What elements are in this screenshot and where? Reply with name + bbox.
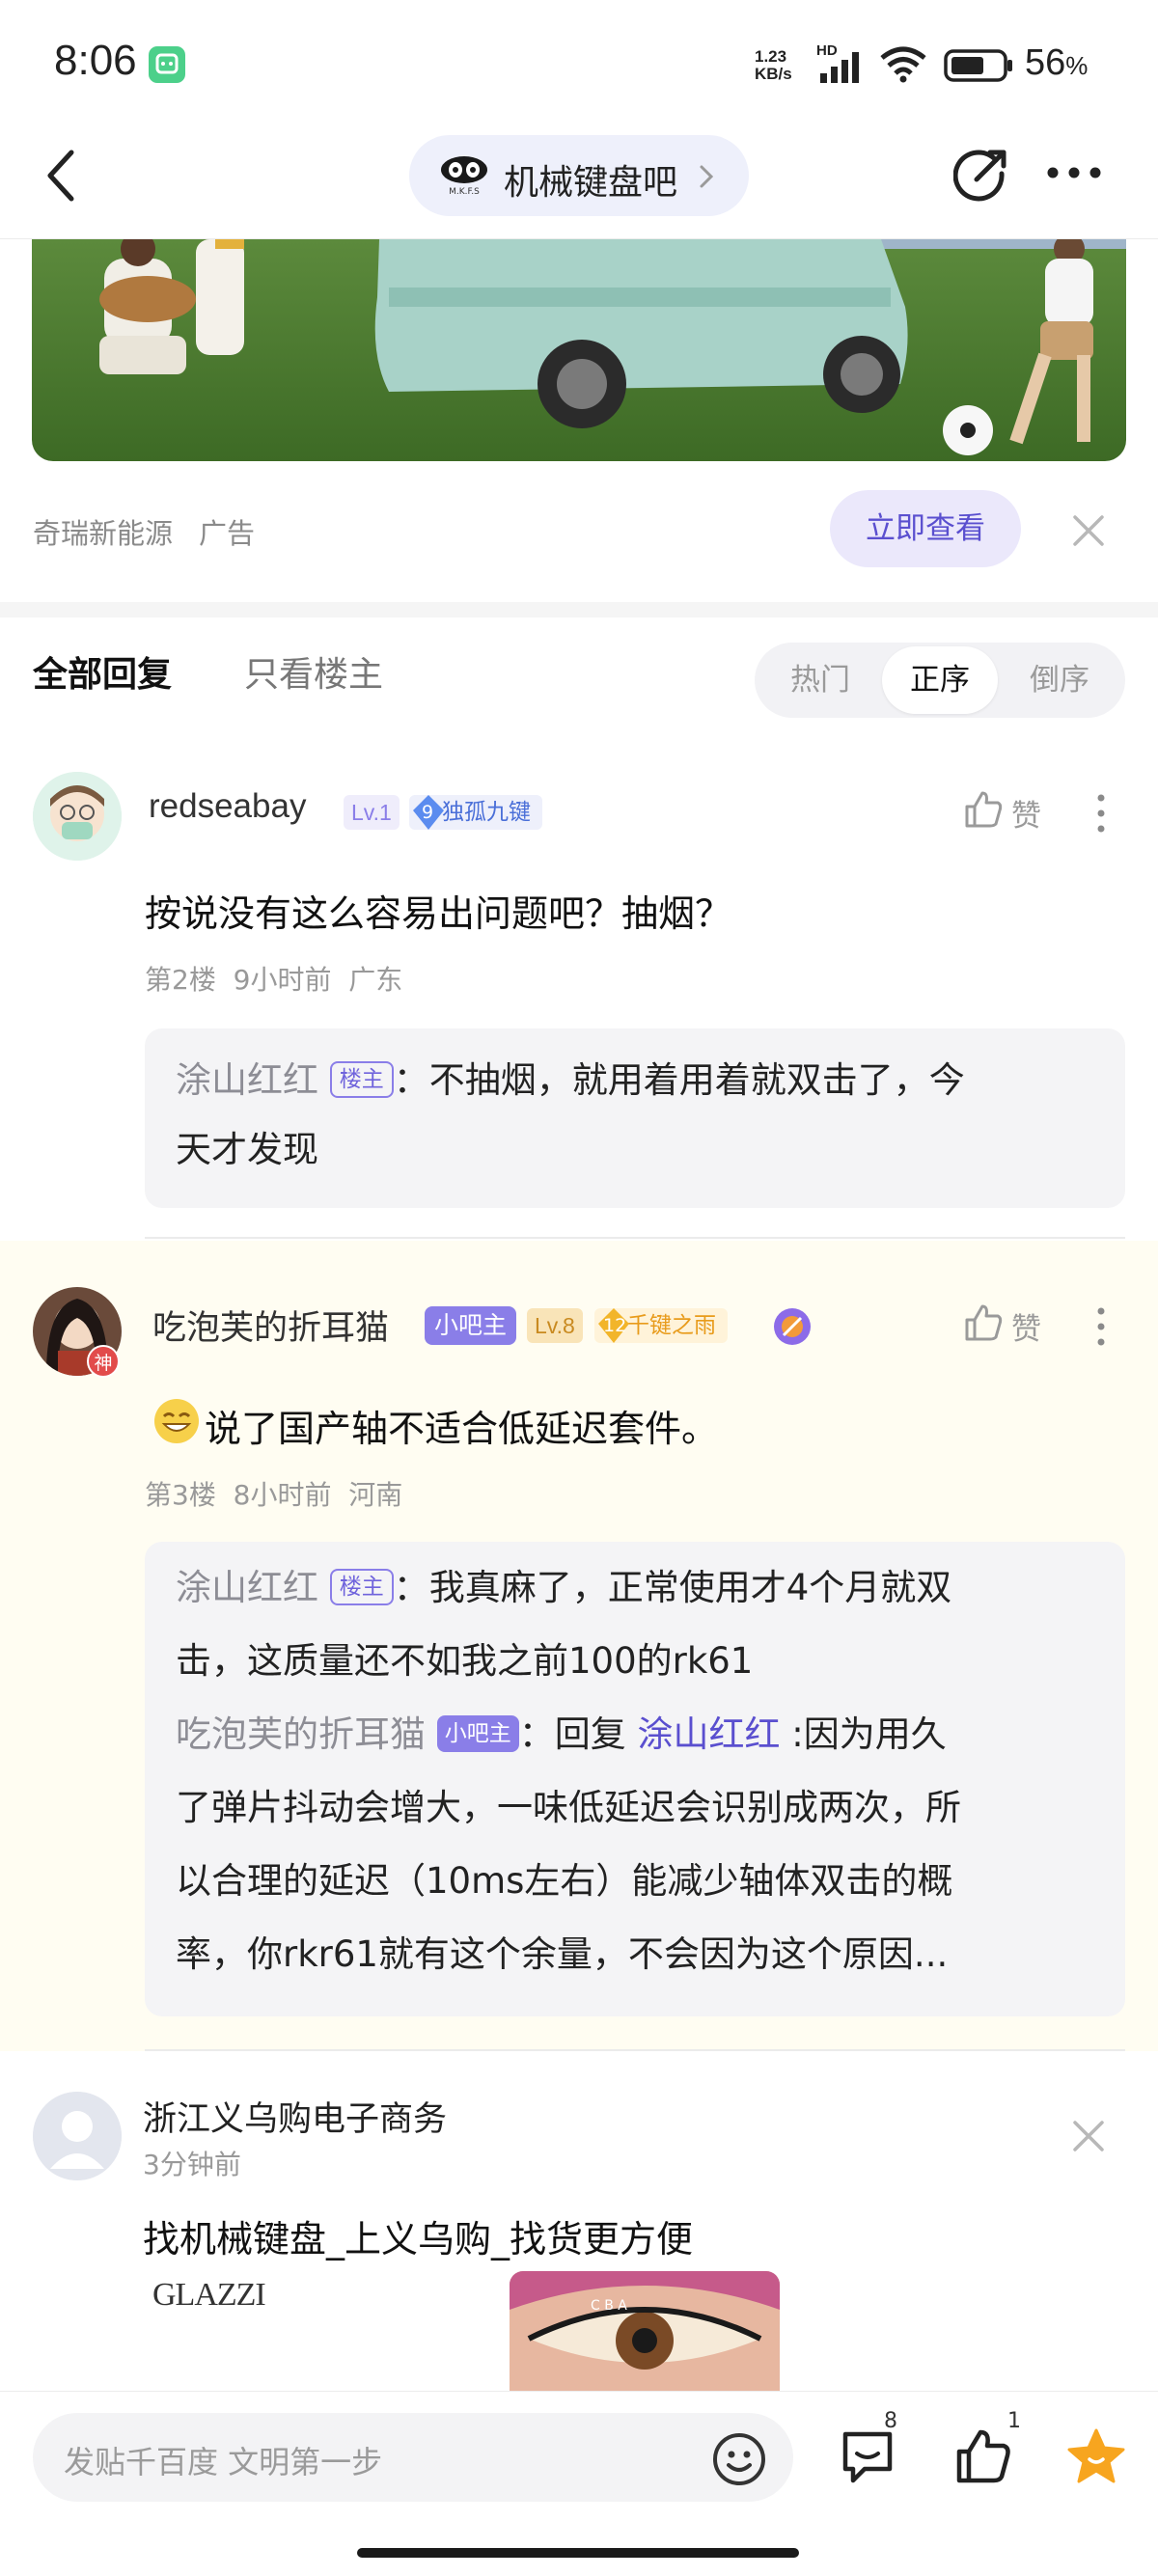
reply-post-1: redseabay Lv.1 9 独孤九键 赞 按说没有这么容易出问题吧？抽烟？… [0, 753, 1158, 1239]
net-speed: 1.23 KB/s [755, 47, 792, 83]
avatar[interactable] [33, 772, 122, 861]
owner-tag: 楼主 [329, 1569, 394, 1605]
ad-view-button[interactable]: 立即查看 [830, 490, 1021, 567]
sort-descending[interactable]: 倒序 [1002, 643, 1117, 718]
honor-badge: 9 独孤九键 [409, 795, 542, 830]
username[interactable]: 吃泡芙的折耳猫 [152, 1301, 389, 1350]
emoji-icon[interactable] [712, 2432, 766, 2486]
sub-reply-continuation: 了弹片抖动会增大，一味低延迟会识别成两次，所 [176, 1787, 961, 1828]
like-count: 1 [1007, 2409, 1021, 2433]
sub-reply-continuation: 以合理的延迟（10ms左右）能减少轴体双击的概 [176, 1860, 953, 1902]
sub-reply-box[interactable]: 涂山红红 楼主 ：我真麻了，正常使用才4个月就双 击，这质量还不如我之前100的r… [145, 1542, 1125, 2016]
level-badge: Lv.8 [527, 1308, 583, 1343]
sort-ascending[interactable]: 正序 [882, 646, 998, 714]
ad-banner-image[interactable] [32, 239, 1126, 461]
moderator-badge: 小吧主 [425, 1306, 517, 1345]
ad-close-icon[interactable] [1071, 513, 1106, 548]
signal-icon [820, 52, 859, 83]
sub-reply: 吃泡芙的折耳猫 小吧主 ：回复 涂山红红 :因为用久 [176, 1713, 947, 1755]
more-vertical-icon[interactable] [1096, 1306, 1106, 1347]
region: 广东 [348, 964, 403, 996]
tab-owner-only[interactable]: 只看楼主 [244, 646, 383, 697]
sort-segmented-control: 热门 正序 倒序 [755, 643, 1125, 718]
thumbs-up-icon [965, 1304, 1003, 1341]
post-time: 8小时前 [233, 1479, 332, 1511]
god-badge: 神 [87, 1345, 120, 1378]
username[interactable]: redseabay [149, 787, 306, 826]
app-notification-icon [149, 46, 185, 83]
post-meta: 第3楼 8小时前 河南 [145, 1474, 402, 1513]
sub-reply: 涂山红红 楼主 ：我真麻了，正常使用才4个月就双 [176, 1567, 952, 1608]
post-time: 3分钟前 [143, 2149, 241, 2180]
post-content: 说了国产轴不适合低延迟套件。 [205, 1408, 719, 1450]
share-icon[interactable] [953, 145, 1011, 203]
forum-entry-button[interactable]: M.K.F.S 机械键盘吧 [409, 135, 749, 216]
home-indicator[interactable] [357, 2548, 799, 2558]
wifi-icon [880, 46, 926, 83]
nav-bar: M.K.F.S 机械键盘吧 [0, 125, 1158, 239]
post-time: 9小时前 [233, 964, 332, 996]
floor: 第2楼 [145, 964, 216, 996]
more-menu-icon[interactable] [1046, 166, 1102, 179]
post-divider [145, 1237, 1125, 1239]
like-button[interactable]: 赞 [963, 1302, 1041, 1347]
screen: 8:06 1.23 KB/s HD 56% M.K.F.S 机械键盘吧 奇瑞新能… [0, 0, 1158, 2576]
like-icon[interactable] [953, 2426, 1013, 2486]
back-icon[interactable] [44, 149, 79, 203]
advertiser-name[interactable]: 浙江义乌购电子商务 [143, 2092, 447, 2141]
battery-level: 56% [1025, 42, 1089, 83]
thumbs-up-icon [965, 791, 1003, 828]
sub-reply-continuation: 天才发现 [176, 1129, 318, 1170]
comment-count: 8 [884, 2409, 897, 2433]
status-bar: 8:06 1.23 KB/s HD 56% [0, 0, 1158, 125]
post-meta: 第2楼 9小时前 广东 [145, 959, 402, 998]
sort-hot[interactable]: 热门 [762, 643, 878, 718]
post-content: 按说没有这么容易出问题吧？抽烟？ [145, 892, 732, 935]
comment-icon[interactable] [838, 2426, 897, 2486]
tab-all-replies[interactable]: 全部回复 [33, 646, 172, 697]
section-divider [0, 602, 1158, 617]
ad-close-icon[interactable] [1071, 2119, 1106, 2153]
ad-source: 奇瑞新能源 [33, 517, 174, 550]
level-badge: Lv.1 [344, 795, 400, 830]
forum-logo-icon: M.K.F.S [441, 156, 487, 197]
sub-reply-author[interactable]: 涂山红红 [176, 1059, 318, 1101]
sub-reply-continuation: 率，你rkr61就有这个余量，不会因为这个原因... [176, 1933, 949, 1975]
like-button[interactable]: 赞 [963, 789, 1041, 834]
forum-logo-text: M.K.F.S [449, 187, 480, 197]
medal-icon [774, 1308, 811, 1345]
favorite-star-icon[interactable] [1065, 2426, 1127, 2486]
sub-reply-author[interactable]: 吃泡芙的折耳猫 [176, 1713, 426, 1755]
battery-icon [944, 49, 1012, 82]
honor-badge: 12 千键之雨 [594, 1308, 728, 1343]
reply-post-2: 神 吃泡芙的折耳猫 小吧主 Lv.8 12 千键之雨 赞 说了国产轴不适合低延迟… [0, 1241, 1158, 2051]
clock: 8:06 [54, 37, 137, 84]
chevron-right-icon [700, 165, 714, 188]
sub-reply-author[interactable]: 涂山红红 [176, 1567, 318, 1608]
brand-logo: GLAZZI [152, 2277, 266, 2313]
ad-post: 浙江义乌购电子商务 3分钟前 找机械键盘_上义乌购_找货更方便 GLAZZI C… [0, 2053, 1158, 2391]
forum-name: 机械键盘吧 [504, 163, 678, 203]
comment-input[interactable]: 发贴千百度 文明第一步 [33, 2413, 793, 2502]
comment-placeholder: 发贴千百度 文明第一步 [64, 2444, 383, 2480]
ad-content[interactable]: 找机械键盘_上义乌购_找货更方便 [143, 2209, 693, 2262]
sub-reply: 涂山红红 楼主 ：不抽烟，就用着用着就双击了，今 [176, 1059, 965, 1101]
moderator-tag: 小吧主 [436, 1715, 519, 1752]
grin-emoji-icon [154, 1399, 199, 1443]
ad-tag: 广告 [199, 517, 256, 550]
more-vertical-icon[interactable] [1096, 793, 1106, 834]
floor: 第3楼 [145, 1479, 216, 1511]
region: 河南 [348, 1479, 403, 1511]
sub-reply-continuation: 击，这质量还不如我之前100的rk61 [176, 1640, 754, 1682]
bottom-bar: 发贴千百度 文明第一步 8 1 [0, 2391, 1158, 2576]
avatar[interactable] [33, 2092, 122, 2180]
eyeshadow-labels: C B A [591, 2298, 627, 2314]
ad-product-image[interactable]: C B A [510, 2271, 780, 2391]
sub-reply-box[interactable]: 涂山红红 楼主 ：不抽烟，就用着用着就双击了，今 天才发现 [145, 1028, 1125, 1208]
mention-link[interactable]: 涂山红红 [638, 1713, 781, 1755]
post-divider [145, 2049, 1125, 2051]
owner-tag: 楼主 [329, 1061, 394, 1098]
